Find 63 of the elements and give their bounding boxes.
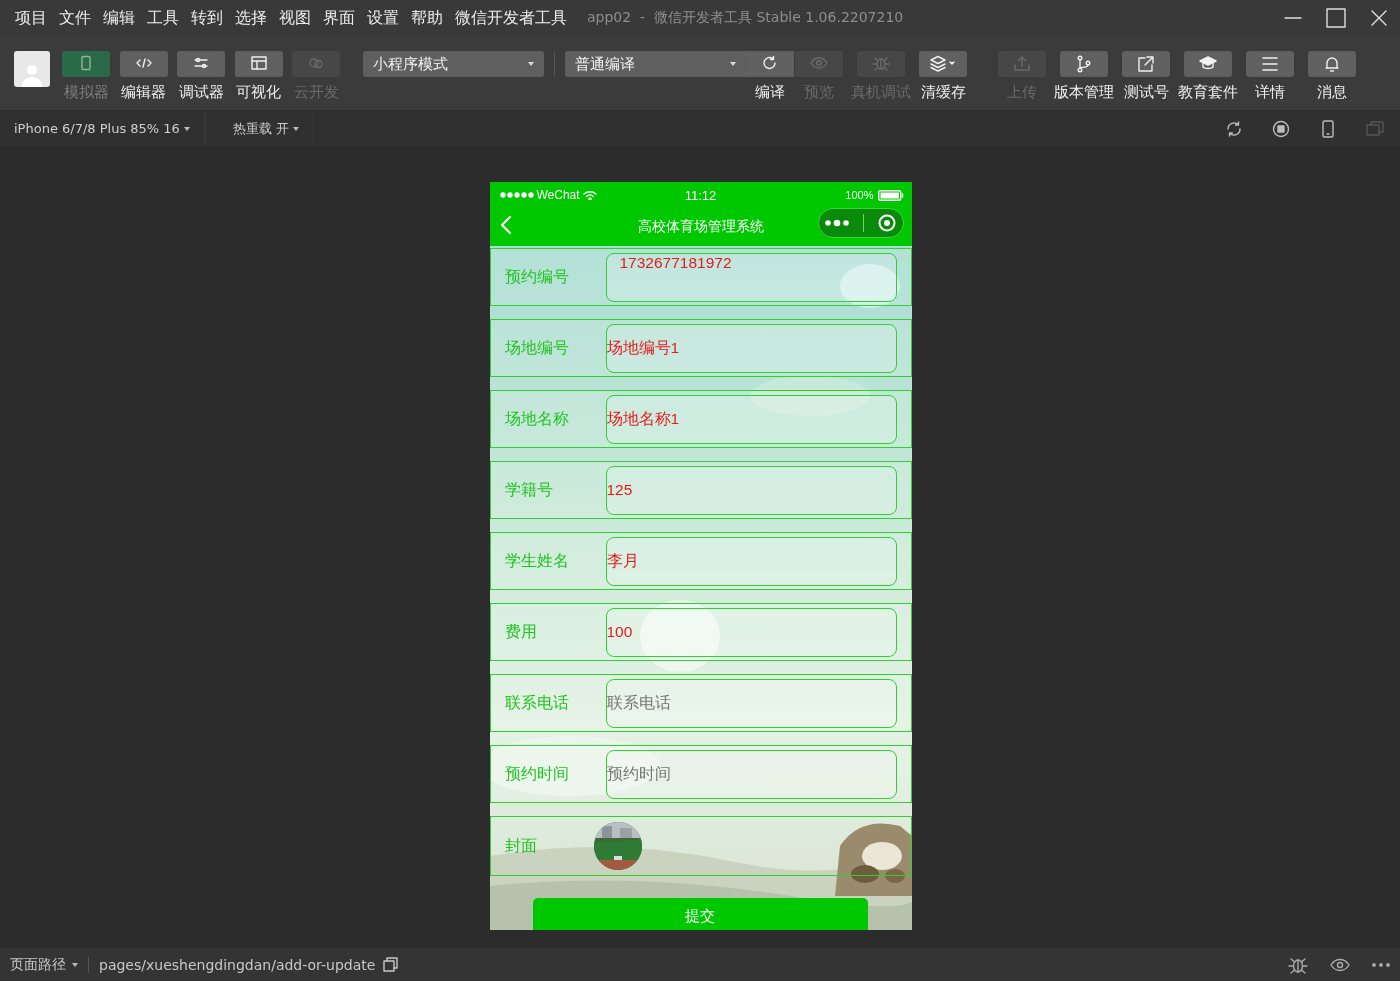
menu-item[interactable]: 帮助 [411, 7, 443, 29]
refresh-icon[interactable] [1225, 119, 1243, 138]
wifi-icon [582, 190, 597, 200]
layout-icon [249, 55, 268, 73]
toolbar-label: 编译 [755, 83, 785, 102]
toolbar-label: 模拟器 [63, 83, 109, 102]
external-link-icon [1137, 55, 1155, 73]
close-icon[interactable] [1370, 9, 1388, 27]
menu-item[interactable]: 文件 [59, 7, 91, 29]
menu-item[interactable]: 视图 [279, 7, 311, 29]
toolbar-label: 调试器 [178, 83, 224, 102]
toolbar-label: 清缓存 [920, 83, 966, 102]
menu-item[interactable]: 设置 [367, 7, 399, 29]
layers-icon [929, 55, 957, 73]
eye-icon[interactable] [1330, 957, 1350, 972]
phone-icon[interactable] [1319, 119, 1337, 138]
toolbar-label: 教育套件 [1178, 83, 1238, 102]
toolbar-button[interactable] [919, 51, 967, 77]
menu-item[interactable]: 选择 [235, 7, 267, 29]
upload-icon [1013, 55, 1031, 73]
toolbar-button[interactable] [1246, 51, 1294, 77]
toolbar-label: 版本管理 [1054, 83, 1114, 102]
toolbar-button[interactable] [1308, 51, 1356, 77]
toolbar-button[interactable] [1122, 51, 1170, 77]
toolbar-button[interactable] [119, 51, 168, 77]
toolbar-button[interactable] [177, 51, 225, 77]
bell-icon [1323, 55, 1341, 73]
signal-icon [499, 191, 534, 199]
maximize-icon[interactable] [1326, 8, 1346, 28]
more-icon [825, 219, 850, 227]
stop-icon[interactable] [1272, 119, 1290, 138]
toolbar-button[interactable] [1184, 51, 1232, 77]
toolbar-label: 编辑器 [121, 83, 166, 102]
page-title: 高校体育场管理系统 [637, 218, 764, 236]
menu-item[interactable]: 编辑 [103, 7, 135, 29]
page-path: pages/xueshengdingdan/add-or-update [99, 956, 376, 973]
menu-item[interactable]: 界面 [323, 7, 355, 29]
copy-icon[interactable] [383, 957, 399, 972]
toolbar-button[interactable] [234, 51, 283, 77]
toolbar-label: 详情 [1255, 83, 1285, 102]
toolbar-button[interactable] [1060, 51, 1108, 77]
capsule-menu[interactable] [817, 208, 904, 238]
bug-icon [872, 55, 890, 73]
menu-item[interactable]: 项目 [15, 7, 47, 29]
battery-percent: 100% [845, 189, 874, 201]
compile-dropdown[interactable]: 普通编译 [565, 51, 746, 77]
toolbar-label: 消息 [1317, 83, 1347, 102]
mode-dropdown[interactable]: 小程序模式 [363, 51, 544, 77]
menu-item[interactable]: 微信开发者工具 [455, 7, 567, 29]
path-selector[interactable]: 页面路径 [10, 955, 78, 974]
toolbar-label: 测试号 [1123, 83, 1169, 102]
toolbar-label: 可视化 [236, 83, 281, 102]
menu-icon [1261, 55, 1279, 73]
branch-icon [1075, 55, 1093, 73]
clock-time: 11:12 [684, 187, 717, 203]
battery-icon [877, 189, 904, 201]
window-title: app02 - 微信开发者工具 Stable 1.06.2207210 [587, 9, 904, 27]
carrier-label: WeChat [536, 188, 580, 202]
menu-item[interactable]: 转到 [191, 7, 223, 29]
toolbar-button[interactable] [746, 51, 794, 77]
menu-item[interactable]: 工具 [147, 7, 179, 29]
more-icon[interactable] [1372, 962, 1390, 967]
target-icon [877, 214, 896, 232]
